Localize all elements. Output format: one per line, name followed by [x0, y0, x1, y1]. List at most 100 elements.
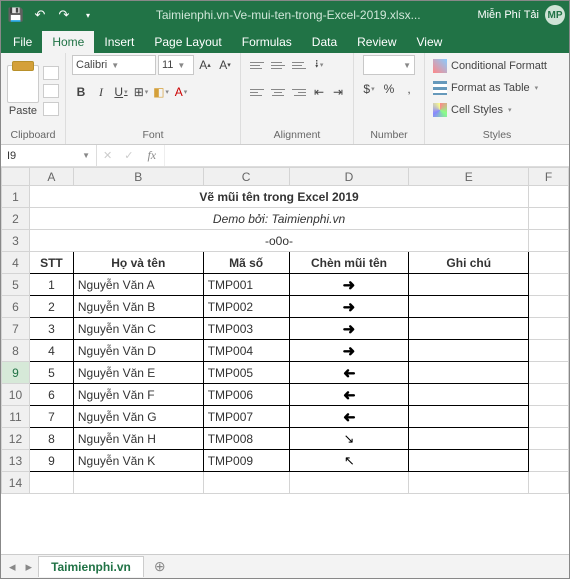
align-top-icon[interactable]: [247, 55, 267, 75]
cell-code[interactable]: TMP008: [203, 428, 289, 450]
redo-icon[interactable]: ↷: [53, 4, 75, 26]
cell-name[interactable]: Nguyễn Văn B: [73, 296, 203, 318]
cell[interactable]: [529, 186, 569, 208]
cell-note[interactable]: [409, 340, 529, 362]
cell-stt[interactable]: 4: [29, 340, 73, 362]
cell-stt[interactable]: 3: [29, 318, 73, 340]
qat-more-icon[interactable]: ▾: [77, 4, 99, 26]
bold-button[interactable]: B: [72, 82, 90, 102]
row-header[interactable]: 12: [2, 428, 30, 450]
font-color-button[interactable]: A▾: [172, 82, 190, 102]
paste-button[interactable]: Paste: [9, 105, 37, 117]
align-bottom-icon[interactable]: [289, 55, 309, 75]
cell-arrow[interactable]: [289, 384, 409, 406]
cell-note[interactable]: [409, 384, 529, 406]
fill-color-button[interactable]: ◧▾: [152, 82, 170, 102]
cell-stt[interactable]: 1: [29, 274, 73, 296]
row-header[interactable]: 11: [2, 406, 30, 428]
col-header-A[interactable]: A: [29, 168, 73, 186]
col-header-E[interactable]: E: [409, 168, 529, 186]
cell-note[interactable]: [409, 450, 529, 472]
cell[interactable]: [529, 296, 569, 318]
tab-page-layout[interactable]: Page Layout: [144, 31, 231, 53]
cell-code[interactable]: TMP001: [203, 274, 289, 296]
row-header[interactable]: 13: [2, 450, 30, 472]
cell-name[interactable]: Nguyễn Văn G: [73, 406, 203, 428]
cell-arrow[interactable]: [289, 318, 409, 340]
cell[interactable]: [409, 472, 529, 494]
row-header[interactable]: 6: [2, 296, 30, 318]
sheet-nav-next-icon[interactable]: ▸: [22, 559, 37, 575]
comma-format-icon[interactable]: ,: [400, 79, 418, 99]
row-header[interactable]: 7: [2, 318, 30, 340]
account-area[interactable]: Miễn Phí Tải MP: [477, 5, 565, 25]
cell[interactable]: [529, 428, 569, 450]
cell-arrow[interactable]: [289, 406, 409, 428]
sheet-nav-prev-icon[interactable]: ◂: [5, 559, 20, 575]
cell-stt[interactable]: 6: [29, 384, 73, 406]
cell-arrow[interactable]: [289, 450, 409, 472]
cell-arrow[interactable]: [289, 296, 409, 318]
select-all-button[interactable]: [2, 168, 30, 186]
cell-name[interactable]: Nguyễn Văn E: [73, 362, 203, 384]
cell[interactable]: [529, 362, 569, 384]
header-note[interactable]: Ghi chú: [409, 252, 529, 274]
cell[interactable]: [203, 472, 289, 494]
indent-increase-icon[interactable]: ⇥: [329, 82, 347, 102]
accounting-format-icon[interactable]: $▾: [360, 79, 378, 99]
cell-note[interactable]: [409, 274, 529, 296]
cell-note[interactable]: [409, 296, 529, 318]
align-left-icon[interactable]: [247, 82, 267, 102]
formula-input[interactable]: [164, 145, 569, 166]
tab-review[interactable]: Review: [347, 31, 406, 53]
cell[interactable]: [529, 406, 569, 428]
row-header[interactable]: 3: [2, 230, 30, 252]
header-code[interactable]: Mã số: [203, 252, 289, 274]
col-header-C[interactable]: C: [203, 168, 289, 186]
cell[interactable]: [529, 472, 569, 494]
name-box[interactable]: I9▼: [1, 145, 97, 167]
cell[interactable]: [529, 340, 569, 362]
tab-insert[interactable]: Insert: [94, 31, 144, 53]
align-right-icon[interactable]: [289, 82, 309, 102]
increase-font-icon[interactable]: A▴: [196, 55, 214, 75]
row-header[interactable]: 14: [2, 472, 30, 494]
cell[interactable]: [529, 274, 569, 296]
cell-name[interactable]: Nguyễn Văn F: [73, 384, 203, 406]
save-icon[interactable]: 💾: [5, 4, 27, 26]
cell-stt[interactable]: 7: [29, 406, 73, 428]
sheet-tab[interactable]: Taimienphi.vn: [38, 556, 144, 577]
row-header[interactable]: 10: [2, 384, 30, 406]
tab-view[interactable]: View: [407, 31, 453, 53]
format-painter-icon[interactable]: [43, 102, 59, 116]
cell[interactable]: [289, 472, 409, 494]
tab-home[interactable]: Home: [42, 31, 94, 53]
cell[interactable]: [529, 230, 569, 252]
cell-arrow[interactable]: [289, 274, 409, 296]
header-name[interactable]: Họ và tên: [73, 252, 203, 274]
cell-code[interactable]: TMP003: [203, 318, 289, 340]
indent-decrease-icon[interactable]: ⇤: [310, 82, 328, 102]
cell-stt[interactable]: 2: [29, 296, 73, 318]
cell[interactable]: [29, 472, 73, 494]
worksheet[interactable]: A B C D E F 1Vẽ mũi tên trong Excel 2019…: [1, 167, 569, 554]
cell-code[interactable]: TMP009: [203, 450, 289, 472]
conditional-formatting-button[interactable]: Conditional Formatt: [431, 55, 549, 77]
cell-stt[interactable]: 9: [29, 450, 73, 472]
cell[interactable]: [529, 208, 569, 230]
col-header-F[interactable]: F: [529, 168, 569, 186]
row-header[interactable]: 2: [2, 208, 30, 230]
cell[interactable]: [73, 472, 203, 494]
row-header[interactable]: 9: [2, 362, 30, 384]
cell[interactable]: [529, 450, 569, 472]
italic-button[interactable]: I: [92, 82, 110, 102]
cell-code[interactable]: TMP006: [203, 384, 289, 406]
cell-code[interactable]: TMP005: [203, 362, 289, 384]
font-name-select[interactable]: Calibri▼: [72, 55, 156, 75]
cell-note[interactable]: [409, 318, 529, 340]
underline-button[interactable]: U▾: [112, 82, 130, 102]
orientation-icon[interactable]: ⭭▾: [310, 55, 328, 75]
row-header[interactable]: 8: [2, 340, 30, 362]
cell-name[interactable]: Nguyễn Văn D: [73, 340, 203, 362]
align-center-icon[interactable]: [268, 82, 288, 102]
